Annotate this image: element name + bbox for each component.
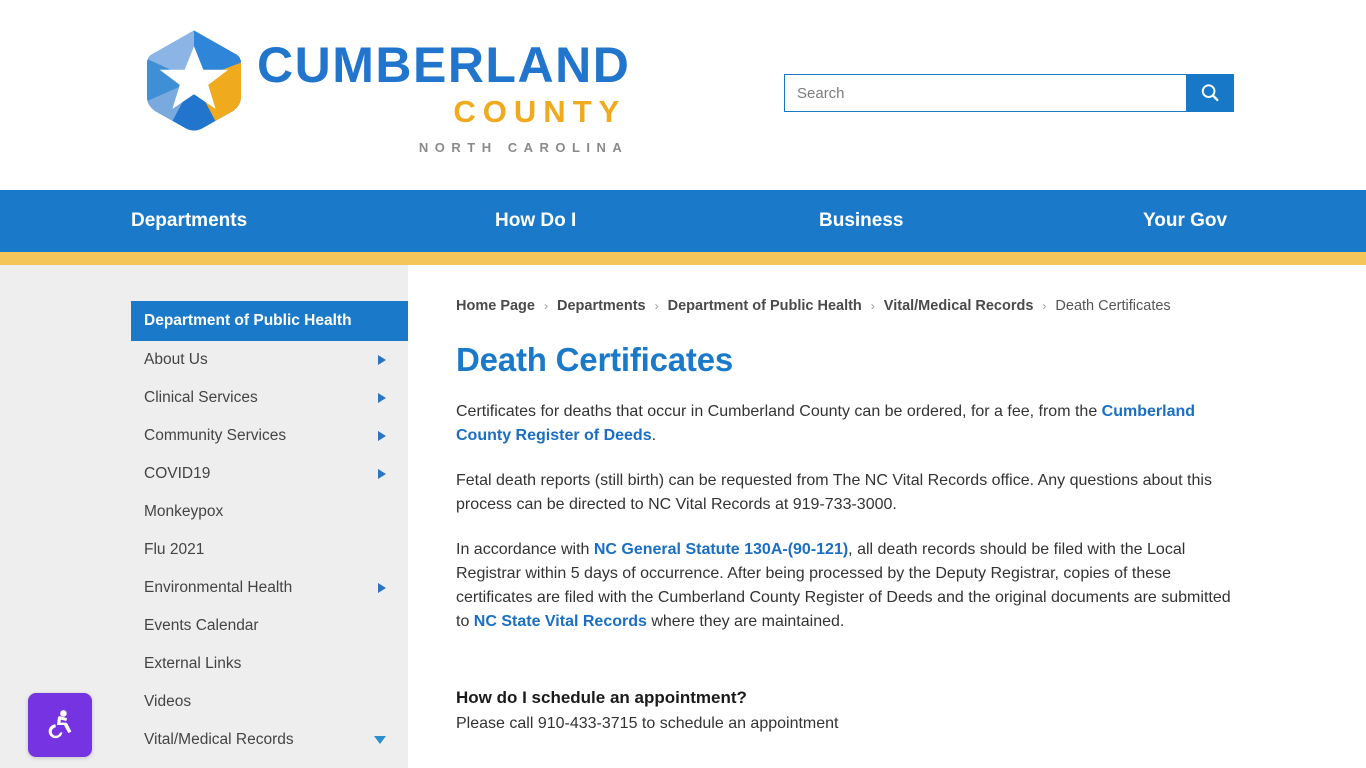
sidebar-item-clinical-services[interactable]: Clinical Services xyxy=(131,379,408,417)
chevron-down-icon xyxy=(374,736,386,744)
chevron-right-icon xyxy=(378,583,386,593)
chevron-right-icon xyxy=(378,431,386,441)
nav-item-departments[interactable]: Departments xyxy=(131,210,247,232)
subheading-schedule-appointment: How do I schedule an appointment? xyxy=(456,688,747,707)
chevron-right-icon xyxy=(378,355,386,365)
site-header: CUMBERLAND COUNTY NORTH CAROLINA xyxy=(0,0,1366,190)
main-navigation: Departments How Do I Business Your Gov xyxy=(0,190,1366,252)
breadcrumb-item-vital-medical-records[interactable]: Vital/Medical Records xyxy=(884,298,1034,314)
sidebar-item-label: About Us xyxy=(144,351,208,368)
logo-wordmark: CUMBERLAND COUNTY NORTH CAROLINA xyxy=(257,28,630,155)
paragraph3-text-after: where they are maintained. xyxy=(646,613,845,630)
sidebar-item-label: Monkeypox xyxy=(144,503,224,520)
paragraph3-text-before: In accordance with xyxy=(456,541,594,558)
gold-divider-stripe xyxy=(0,252,1366,265)
breadcrumb-separator-icon: › xyxy=(654,299,659,313)
sidebar-item-label: Flu 2021 xyxy=(144,541,205,558)
search-bar xyxy=(784,74,1234,112)
breadcrumb-separator-icon: › xyxy=(870,299,875,313)
sidebar-item-label: Videos xyxy=(144,693,192,710)
site-logo[interactable]: CUMBERLAND COUNTY NORTH CAROLINA xyxy=(145,28,630,155)
sidebar-item-label: Events Calendar xyxy=(144,617,259,634)
breadcrumb-separator-icon: › xyxy=(1042,299,1047,313)
sidebar-item-environmental-health[interactable]: Environmental Health xyxy=(131,569,408,607)
breadcrumb: Home Page › Departments › Department of … xyxy=(456,298,1238,314)
link-nc-general-statute[interactable]: NC General Statute 130A-(90-121) xyxy=(594,541,848,558)
page-title: Death Certificates xyxy=(456,341,733,378)
sidebar-item-vital-medical-records[interactable]: Vital/Medical Records xyxy=(131,721,408,759)
paragraph1-text-before: Certificates for deaths that occur in Cu… xyxy=(456,403,1102,420)
breadcrumb-item-department-of-public-health[interactable]: Department of Public Health xyxy=(668,298,862,314)
page-body: Department of Public Health About Us Cli… xyxy=(0,265,1366,768)
sidebar-item-community-services[interactable]: Community Services xyxy=(131,417,408,455)
pentagon-star-logo-icon xyxy=(145,28,243,133)
nav-item-business[interactable]: Business xyxy=(819,210,903,232)
sidebar-item-label: Clinical Services xyxy=(144,389,258,406)
sidebar-item-about-us[interactable]: About Us xyxy=(131,341,408,379)
paragraph-fetal-death-reports: Fetal death reports (still birth) can be… xyxy=(456,472,1212,513)
chevron-right-icon xyxy=(378,469,386,479)
search-icon xyxy=(1201,84,1219,102)
sidebar-title-public-health[interactable]: Department of Public Health xyxy=(131,301,408,341)
sidebar-item-external-links[interactable]: External Links xyxy=(131,645,408,683)
sidebar-item-covid19[interactable]: COVID19 xyxy=(131,455,408,493)
appointment-instructions: Please call 910-433-3715 to schedule an … xyxy=(456,715,839,732)
paragraph1-text-after: . xyxy=(651,427,657,444)
sidebar-item-label: Community Services xyxy=(144,427,287,444)
sidebar-item-events-calendar[interactable]: Events Calendar xyxy=(131,607,408,645)
sidebar-item-flu-2021[interactable]: Flu 2021 xyxy=(131,531,408,569)
sidebar-item-label: Environmental Health xyxy=(144,579,293,596)
paragraph-ordering-info: Certificates for deaths that occur in Cu… xyxy=(456,400,1238,448)
breadcrumb-item-home-page[interactable]: Home Page xyxy=(456,298,535,314)
chevron-right-icon xyxy=(378,393,386,403)
paragraph-statute-filing: In accordance with NC General Statute 13… xyxy=(456,538,1238,634)
sidebar-item-label: COVID19 xyxy=(144,465,211,482)
accessibility-widget-button[interactable] xyxy=(28,693,92,757)
logo-state-label: NORTH CAROLINA xyxy=(418,140,629,155)
nav-item-your-gov[interactable]: Your Gov xyxy=(1143,210,1227,232)
sidebar-item-monkeypox[interactable]: Monkeypox xyxy=(131,493,408,531)
main-content: Home Page › Departments › Department of … xyxy=(408,265,1366,768)
accessibility-wheelchair-icon xyxy=(48,710,72,739)
breadcrumb-separator-icon: › xyxy=(543,299,548,313)
sidebar-item-label: External Links xyxy=(144,655,242,672)
search-input[interactable] xyxy=(784,74,1186,112)
link-nc-state-vital-records[interactable]: NC State Vital Records xyxy=(474,613,647,630)
sidebar-item-videos[interactable]: Videos xyxy=(131,683,408,721)
search-button[interactable] xyxy=(1186,74,1234,112)
logo-name-primary: CUMBERLAND xyxy=(257,37,631,93)
breadcrumb-item-departments[interactable]: Departments xyxy=(557,298,646,314)
nav-item-how-do-i[interactable]: How Do I xyxy=(495,210,576,232)
logo-name-secondary: COUNTY xyxy=(453,94,627,129)
sidebar-item-label: Vital/Medical Records xyxy=(144,731,294,748)
breadcrumb-item-death-certificates: Death Certificates xyxy=(1055,298,1171,314)
